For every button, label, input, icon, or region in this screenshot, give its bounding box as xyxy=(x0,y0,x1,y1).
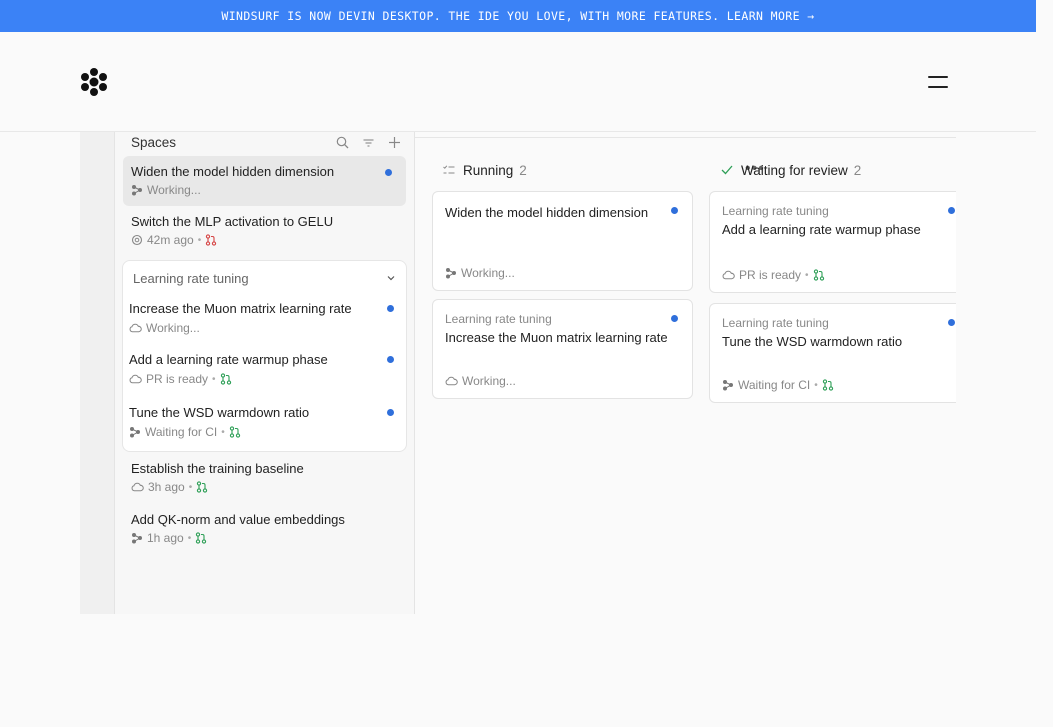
card-status: Working... xyxy=(461,266,515,280)
announcement-banner[interactable]: WINDSURF IS NOW DEVIN DESKTOP. THE IDE Y… xyxy=(0,0,1036,32)
agent-icon xyxy=(445,267,457,279)
sidebar-item-mlp-gelu[interactable]: Switch the MLP activation to GELU 42m ag… xyxy=(123,206,406,256)
check-icon xyxy=(721,165,733,175)
item-title: Add QK-norm and value embeddings xyxy=(131,512,345,527)
card-status: Working... xyxy=(462,374,516,388)
cloud-icon xyxy=(445,376,458,386)
pr-open-icon xyxy=(813,269,825,281)
unread-dot xyxy=(385,169,392,176)
kanban-board: Running 2 ••• Waiting for review 2 ••• W… xyxy=(415,132,956,614)
hamburger-menu-icon[interactable] xyxy=(928,76,948,90)
chevron-down-icon[interactable] xyxy=(386,273,396,283)
spaces-sidebar: Spaces Widen the model hidden dimension … xyxy=(115,132,415,614)
item-status: Working... xyxy=(146,321,200,335)
cloud-icon xyxy=(131,482,144,492)
item-title: Add a learning rate warmup phase xyxy=(129,352,328,367)
card-category: Learning rate tuning xyxy=(445,312,552,326)
openai-icon xyxy=(131,234,143,246)
item-title: Establish the training baseline xyxy=(131,461,304,476)
unread-dot xyxy=(387,356,394,363)
card-title: Add a learning rate warmup phase xyxy=(722,222,921,237)
add-space-icon[interactable] xyxy=(387,135,401,149)
board-divider xyxy=(415,137,956,138)
card-warmup[interactable]: Learning rate tuning Add a learning rate… xyxy=(709,191,956,293)
cloud-icon xyxy=(129,323,142,333)
card-widen-model[interactable]: Widen the model hidden dimension Working… xyxy=(432,191,693,291)
item-title: Switch the MLP activation to GELU xyxy=(131,214,334,229)
pr-open-icon xyxy=(196,481,208,493)
pr-open-icon xyxy=(195,532,207,544)
left-rail xyxy=(80,132,115,614)
item-title: Increase the Muon matrix learning rate xyxy=(129,301,352,316)
unread-dot xyxy=(671,207,678,214)
agent-icon xyxy=(131,184,143,196)
group-item-wsd[interactable]: Tune the WSD warmdown ratio Waiting for … xyxy=(123,405,406,455)
card-category: Learning rate tuning xyxy=(722,204,829,218)
item-status: PR is ready xyxy=(146,372,209,386)
item-status: 42m ago xyxy=(147,233,194,247)
logo-icon[interactable] xyxy=(79,67,109,97)
group-item-warmup[interactable]: Add a learning rate warmup phase PR is r… xyxy=(123,352,406,402)
banner-text[interactable]: WINDSURF IS NOW DEVIN DESKTOP. THE IDE Y… xyxy=(221,9,814,23)
card-status: Waiting for CI xyxy=(738,378,811,392)
unread-dot xyxy=(948,207,955,214)
filter-icon[interactable] xyxy=(361,135,375,149)
group-title: Learning rate tuning xyxy=(133,270,249,286)
sidebar-item-widen-model[interactable]: Widen the model hidden dimension Working… xyxy=(123,156,406,206)
column-name: Waiting for review xyxy=(741,162,848,178)
sidebar-item-qk-norm[interactable]: Add QK-norm and value embeddings 1h ago • xyxy=(123,504,406,554)
item-status: Waiting for CI xyxy=(145,425,218,439)
cloud-icon xyxy=(722,270,735,280)
card-status: PR is ready xyxy=(739,268,802,282)
sidebar-title: Spaces xyxy=(131,134,177,150)
card-title: Widen the model hidden dimension xyxy=(445,205,649,220)
group-header[interactable]: Learning rate tuning xyxy=(123,261,406,295)
item-status: 3h ago xyxy=(148,480,185,494)
sidebar-item-baseline[interactable]: Establish the training baseline 3h ago • xyxy=(123,453,406,503)
unread-dot xyxy=(387,409,394,416)
column-header-waiting: Waiting for review 2 xyxy=(721,160,861,180)
checklist-icon xyxy=(443,164,455,173)
item-title: Tune the WSD warmdown ratio xyxy=(129,405,310,420)
cloud-icon xyxy=(129,374,142,384)
pr-open-icon xyxy=(220,373,232,385)
item-title: Widen the model hidden dimension xyxy=(131,164,335,179)
column-header-running: Running 2 xyxy=(443,160,527,180)
pr-closed-icon xyxy=(205,234,217,246)
card-wsd[interactable]: Learning rate tuning Tune the WSD warmdo… xyxy=(709,303,956,403)
sidebar-header: Spaces xyxy=(131,132,401,154)
group-item-muon-lr[interactable]: Increase the Muon matrix learning rate W… xyxy=(123,301,406,351)
app-window: Spaces Widen the model hidden dimension … xyxy=(80,132,956,614)
item-status: 1h ago xyxy=(147,531,184,545)
pr-open-icon xyxy=(822,379,834,391)
card-muon-lr[interactable]: Learning rate tuning Increase the Muon m… xyxy=(432,299,693,399)
unread-dot xyxy=(948,319,955,326)
card-category: Learning rate tuning xyxy=(722,316,829,330)
unread-dot xyxy=(387,305,394,312)
agent-icon xyxy=(129,426,141,438)
column-count: 2 xyxy=(853,162,862,178)
pr-open-icon xyxy=(229,426,241,438)
agent-icon xyxy=(722,379,734,391)
card-title: Increase the Muon matrix learning rate xyxy=(445,330,668,345)
site-header xyxy=(0,32,1036,132)
agent-icon xyxy=(131,532,143,544)
space-group-learning-rate: Learning rate tuning Increase the Muon m… xyxy=(122,260,407,452)
item-status: Working... xyxy=(147,183,201,197)
unread-dot xyxy=(671,315,678,322)
search-icon[interactable] xyxy=(335,135,349,149)
column-name: Running xyxy=(463,162,514,178)
card-title: Tune the WSD warmdown ratio xyxy=(722,334,903,349)
column-count: 2 xyxy=(519,162,527,178)
